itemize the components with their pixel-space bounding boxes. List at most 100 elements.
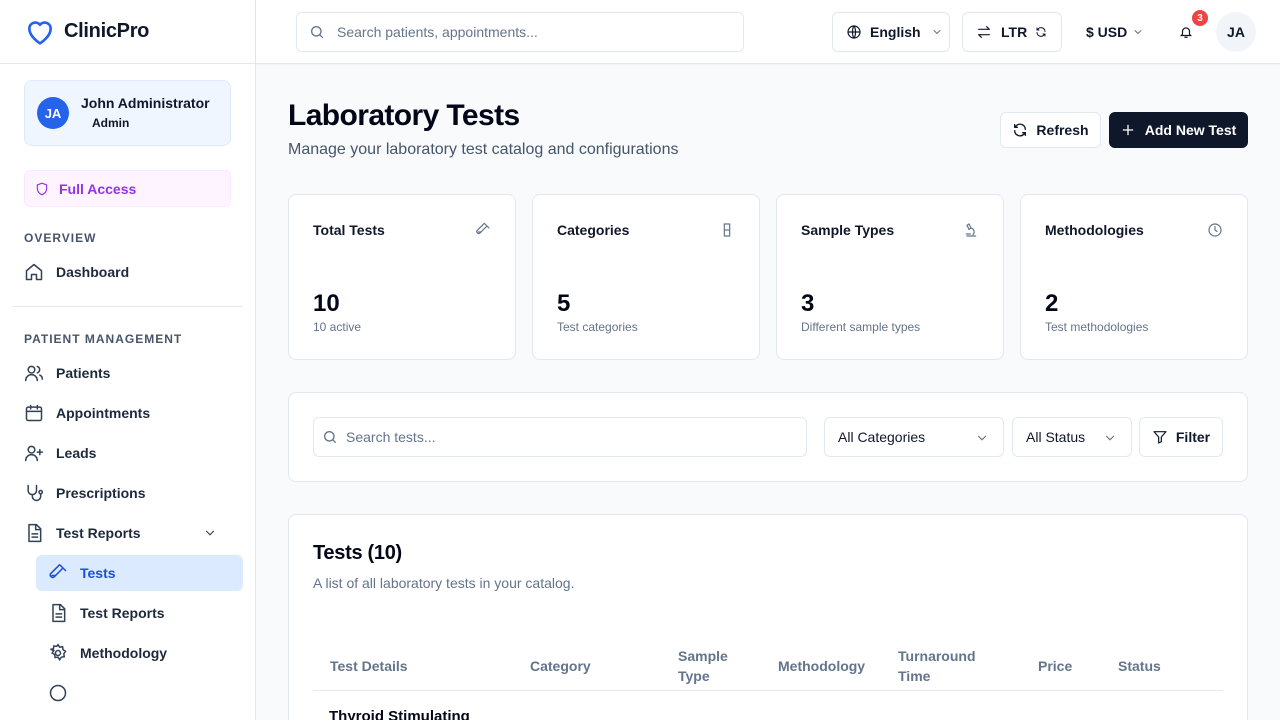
- globe-icon: [847, 25, 861, 39]
- chevron-down-icon[interactable]: [203, 526, 217, 540]
- bell-icon: [1179, 27, 1193, 38]
- users-icon: [24, 365, 44, 382]
- column-header-test-details[interactable]: Test Details: [330, 656, 408, 676]
- status-select-value: All Status: [1026, 429, 1086, 445]
- sidebar-item-patients[interactable]: Patients: [12, 355, 243, 391]
- chevron-down-icon: [1134, 30, 1142, 35]
- sidebar-item-label: Appointments: [56, 405, 151, 421]
- microscope-icon: [965, 223, 977, 237]
- user-card[interactable]: JA John Administrator Admin: [24, 80, 231, 146]
- filter-label: Filter: [1175, 429, 1211, 445]
- category-select[interactable]: All Categories: [824, 417, 1004, 457]
- test-search[interactable]: [313, 417, 807, 457]
- sidebar: ClinicPro JA John Administrator Admin Fu…: [0, 0, 256, 720]
- file-text-icon: [28, 523, 42, 543]
- access-label: Full Access: [59, 180, 137, 197]
- clock-icon: [1208, 223, 1222, 237]
- stat-value: 10: [313, 290, 340, 317]
- page-title: Laboratory Tests: [288, 99, 520, 132]
- calendar-icon: [25, 404, 43, 422]
- shield-icon: [36, 182, 48, 195]
- table-row-test-name[interactable]: Thyroid Stimulating: [329, 708, 470, 720]
- stat-subtext: Different sample types: [801, 320, 921, 334]
- global-search[interactable]: [296, 12, 744, 52]
- top-bar: English LTR $ USD 3 JA: [256, 0, 1280, 64]
- stat-title: Categories: [557, 222, 630, 238]
- language-select[interactable]: English: [832, 12, 950, 52]
- stat-title: Total Tests: [313, 222, 385, 238]
- circle-icon: [49, 684, 67, 702]
- sidebar-item-label: Test Reports: [80, 605, 165, 621]
- search-icon: [324, 431, 336, 443]
- notification-count-badge: 3: [1192, 10, 1208, 26]
- sidebar-item-label: Methodology: [80, 645, 168, 661]
- chevron-down-icon: [977, 435, 987, 441]
- table-header-divider: [313, 690, 1223, 691]
- currency-select[interactable]: $ USD: [1086, 12, 1144, 52]
- filter-button[interactable]: Filter: [1139, 417, 1223, 457]
- column-header-price[interactable]: Price: [1038, 656, 1072, 676]
- filter-icon: [1153, 431, 1167, 444]
- brand-name: ClinicPro: [64, 20, 150, 42]
- column-header-turnaround-time[interactable]: Turnaround Time: [898, 646, 976, 686]
- sidebar-item-label: Prescriptions: [56, 485, 146, 501]
- direction-toggle[interactable]: LTR: [962, 12, 1062, 52]
- stethoscope-icon: [27, 484, 44, 502]
- header-avatar[interactable]: JA: [1216, 12, 1256, 52]
- stat-subtext: Test methodologies: [1045, 320, 1149, 334]
- access-badge: Full Access: [24, 170, 231, 207]
- sidebar-item-tests[interactable]: Tests: [36, 555, 243, 591]
- direction-label: LTR: [1001, 24, 1028, 40]
- user-plus-icon: [24, 445, 44, 462]
- stat-subtext: Test categories: [557, 320, 638, 334]
- sidebar-item-label: Test Reports: [56, 525, 141, 541]
- sidebar-item-label: Dashboard: [56, 264, 130, 280]
- chevron-down-icon: [1105, 435, 1115, 441]
- stat-card-categories: Categories 5 Test categories: [532, 194, 760, 360]
- refresh-label: Refresh: [1036, 122, 1089, 138]
- heart-logo-icon: [27, 20, 53, 45]
- refresh-button[interactable]: Refresh: [1000, 112, 1101, 148]
- sidebar-item-appointments[interactable]: Appointments: [12, 395, 243, 431]
- sidebar-item-test-reports[interactable]: Test Reports: [12, 515, 243, 551]
- home-icon: [25, 263, 43, 281]
- column-header-category[interactable]: Category: [530, 656, 591, 676]
- refresh-icon: [1014, 123, 1027, 137]
- page-subtitle: Manage your laboratory test catalog and …: [288, 141, 679, 158]
- flask-icon: [723, 223, 731, 237]
- stat-subtext: 10 active: [313, 320, 362, 334]
- table-title: Tests (10): [313, 542, 402, 564]
- column-header-methodology[interactable]: Methodology: [778, 656, 865, 676]
- stat-card-sample-types: Sample Types 3 Different sample types: [776, 194, 1004, 360]
- column-header-sample-type[interactable]: Sample Type: [678, 646, 728, 686]
- sidebar-item-label: Leads: [56, 445, 97, 461]
- sidebar-item-leads[interactable]: Leads: [12, 435, 243, 471]
- global-search-input[interactable]: [337, 24, 717, 40]
- gear-icon: [50, 643, 67, 662]
- user-avatar: JA: [37, 97, 69, 129]
- sidebar-item-test-reports-sub[interactable]: Test Reports: [36, 595, 243, 631]
- table-description: A list of all laboratory tests in your c…: [313, 575, 575, 591]
- sidebar-item-prescriptions[interactable]: Prescriptions: [12, 475, 243, 511]
- sidebar-item-methodology[interactable]: Methodology: [36, 635, 243, 671]
- status-select[interactable]: All Status: [1012, 417, 1132, 457]
- sidebar-divider: [12, 306, 243, 307]
- swap-arrows-icon: [978, 26, 990, 38]
- add-new-test-button[interactable]: Add New Test: [1109, 112, 1248, 148]
- language-label: English: [870, 24, 921, 40]
- sidebar-item-label: Patients: [56, 365, 111, 381]
- chevron-down-icon: [933, 30, 941, 35]
- plus-icon: [1122, 124, 1134, 136]
- file-text-icon: [52, 603, 66, 623]
- sidebar-item-more[interactable]: [36, 675, 243, 711]
- currency-label: $ USD: [1086, 24, 1128, 40]
- sidebar-item-dashboard[interactable]: Dashboard: [12, 254, 243, 290]
- test-search-input[interactable]: [346, 429, 786, 445]
- category-select-value: All Categories: [838, 429, 926, 445]
- filter-bar: All Categories All Status Filter: [288, 392, 1248, 482]
- brand[interactable]: ClinicPro: [0, 0, 255, 64]
- column-header-status[interactable]: Status: [1118, 656, 1161, 676]
- sidebar-item-label: Tests: [80, 565, 116, 581]
- stat-title: Sample Types: [801, 222, 895, 238]
- section-label-patient-management: PATIENT MANAGEMENT: [24, 332, 183, 346]
